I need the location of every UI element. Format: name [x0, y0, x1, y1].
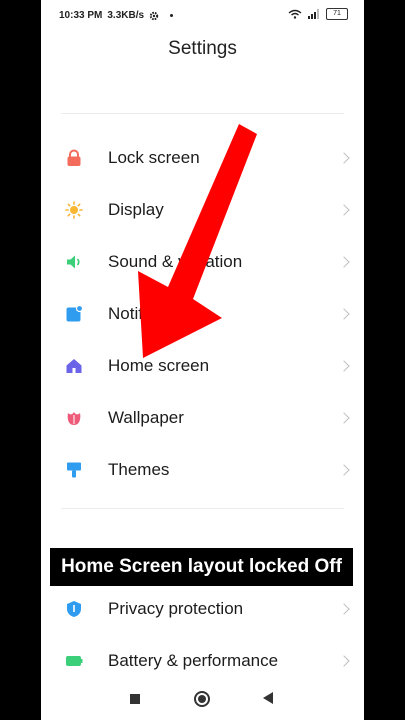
settings-item-sound-vibration[interactable]: Sound & vibration — [41, 236, 364, 288]
chevron-right-icon — [338, 412, 350, 424]
sun-icon — [65, 201, 83, 219]
settings-item-label: Privacy protection — [108, 599, 244, 618]
notification-dot — [170, 14, 174, 17]
signal-icon — [308, 9, 319, 19]
gear-icon — [149, 11, 159, 20]
speaker-icon — [67, 255, 80, 269]
notification-icon — [66, 305, 83, 322]
chevron-right-icon — [338, 204, 350, 216]
settings-item-display[interactable]: Display — [41, 184, 364, 236]
settings-item-label: Themes — [108, 460, 170, 479]
settings-item-themes[interactable]: Themes — [41, 444, 364, 496]
status-speed: 3.3KB/s — [107, 10, 145, 21]
settings-item-wallpaper[interactable]: Wallpaper — [41, 392, 364, 444]
chevron-right-icon — [338, 152, 350, 164]
status-bar: 10:33 PM 3.3KB/s 71 — [41, 0, 364, 32]
phone-screen: 10:33 PM 3.3KB/s 71 Settings Lock screen… — [41, 0, 364, 720]
lock-icon — [67, 149, 81, 166]
chevron-right-icon — [338, 464, 350, 476]
recent-apps-button[interactable] — [130, 694, 140, 704]
page-title: Settings — [168, 38, 237, 59]
chevron-right-icon — [338, 256, 350, 268]
settings-list: Lock screen Display Sound & vibration No… — [41, 132, 364, 496]
settings-list-secondary: Privacy protection Battery & performance — [41, 583, 364, 687]
settings-item-home-screen[interactable]: Home screen — [41, 340, 364, 392]
video-caption: Home Screen layout locked Off — [50, 548, 353, 586]
home-button[interactable] — [194, 691, 210, 707]
chevron-right-icon — [338, 308, 350, 320]
shield-icon — [67, 601, 81, 617]
chevron-right-icon — [338, 655, 350, 667]
settings-item-privacy-protection[interactable]: Privacy protection — [41, 583, 364, 635]
settings-item-label: Battery & performance — [108, 651, 279, 670]
status-left: 10:33 PM 3.3KB/s — [59, 10, 174, 21]
settings-item-lock-screen[interactable]: Lock screen — [41, 132, 364, 184]
battery-indicator: 71 — [326, 8, 348, 20]
settings-item-label: Wallpaper — [108, 408, 184, 427]
settings-item-label: Home screen — [108, 356, 210, 375]
settings-item-label: Lock screen — [108, 148, 200, 167]
paintbrush-icon — [67, 462, 81, 478]
tulip-icon — [67, 412, 81, 425]
home-icon — [66, 359, 82, 373]
status-time: 10:33 PM — [59, 10, 103, 21]
navigation-bar — [41, 678, 364, 720]
settings-item-label: Display — [108, 200, 164, 219]
header-divider — [61, 113, 344, 114]
chevron-right-icon — [338, 360, 350, 372]
chevron-right-icon — [338, 603, 350, 615]
battery-icon — [66, 656, 83, 666]
settings-item-notifications[interactable]: Notifications — [41, 288, 364, 340]
back-button[interactable] — [263, 692, 273, 704]
settings-item-label: Sound & vibration — [108, 252, 243, 271]
wifi-icon — [288, 9, 302, 19]
settings-item-label: Notifications — [108, 304, 201, 323]
status-right: 71 — [288, 8, 348, 20]
section-divider — [61, 508, 344, 509]
